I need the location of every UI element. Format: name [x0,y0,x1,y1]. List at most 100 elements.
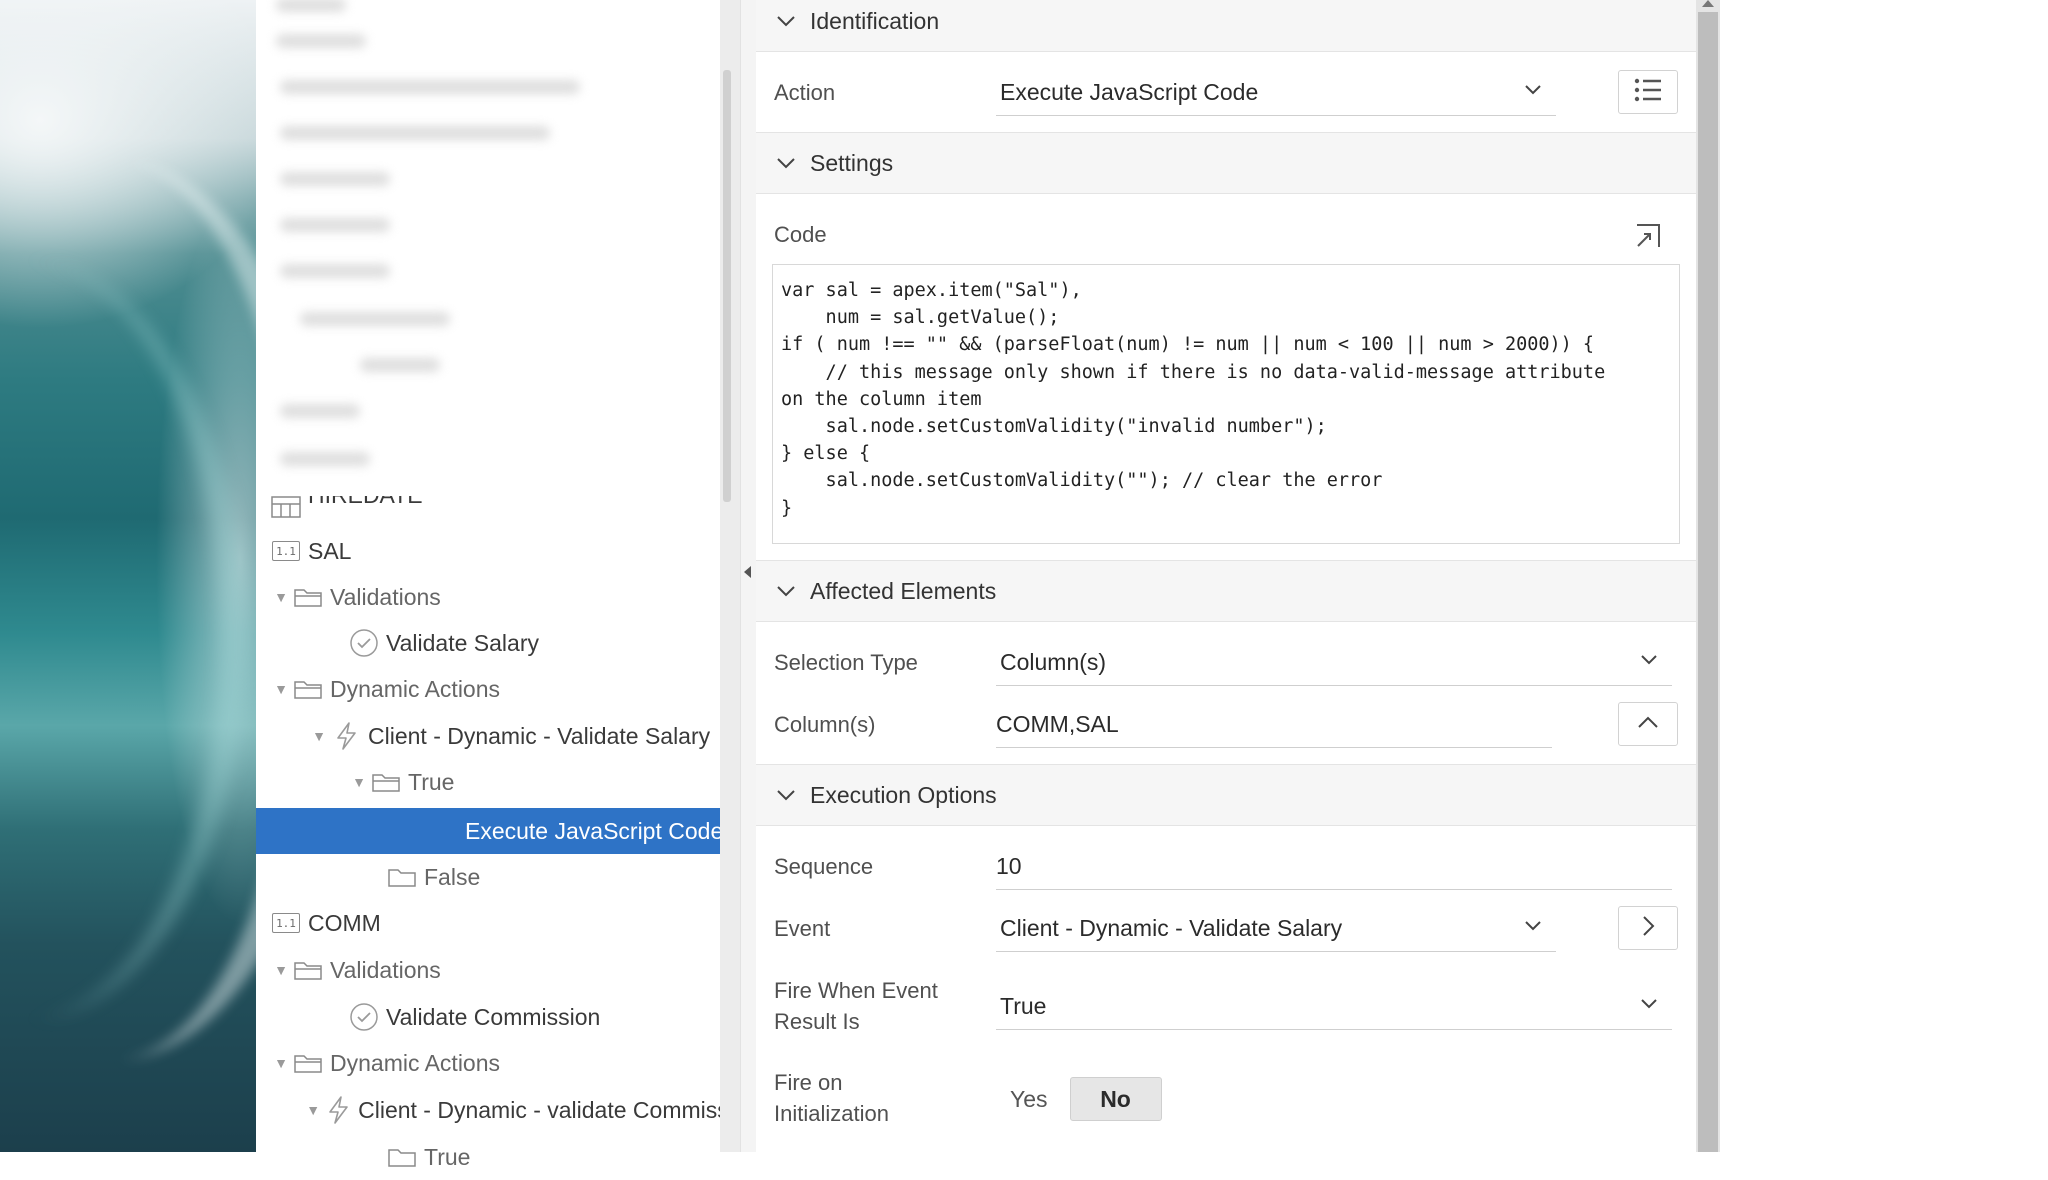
sequence-label: Sequence [774,854,874,879]
tree-item-true-comm[interactable]: True [256,1134,722,1180]
fire-when-label: Fire When Event Result Is [774,978,938,1034]
folder-icon [292,583,324,611]
section-title: Affected Elements [810,577,997,604]
table-column-icon [270,493,302,521]
collapse-triangle-icon[interactable]: ▼ [270,1055,292,1071]
chevron-down-icon [776,789,796,801]
tree-item-client-dynamic-validate-commission[interactable]: ▼ Client - Dynamic - validate Commission [256,1087,722,1133]
event-value: Client - Dynamic - Validate Salary [1000,915,1343,941]
property-editor: Identification Action Execute JavaScript… [756,0,1696,1152]
tree-item-validate-commission[interactable]: Validate Commission [256,994,722,1040]
section-affected-elements[interactable]: Affected Elements [756,560,1696,622]
blurred-tree-row [360,358,440,372]
tree-item-label: Validations [330,956,441,983]
columns-value: COMM,SAL [996,711,1119,737]
tree-item-label: False [424,863,481,890]
tree-item-client-dynamic-validate-salary[interactable]: ▼ Client - Dynamic - Validate Salary [256,713,722,759]
scroll-up-arrow-icon[interactable] [1702,0,1714,7]
tree-item-label: Execute JavaScript Code [464,817,722,844]
tree-item-label: Validate Salary [386,629,539,656]
tree-item-label: SAL [308,537,352,564]
section-title: Execution Options [810,781,997,808]
tree-item-dynamic-actions-comm[interactable]: ▼ Dynamic Actions [256,1040,722,1086]
chevron-right-icon [1641,915,1655,942]
tree-item-label: Dynamic Actions [330,1049,501,1076]
collapse-triangle-icon[interactable]: ▼ [270,962,292,978]
empty-area [1720,0,2048,1152]
collapse-triangle-icon[interactable]: ▼ [270,681,292,697]
blurred-tree-row [280,452,370,466]
collapse-triangle-icon[interactable]: ▼ [348,774,370,790]
chevron-down-icon [1524,920,1542,932]
tree-item-true[interactable]: ▼ True [256,759,722,805]
columns-label: Column(s) [774,712,876,737]
blurred-tree-row [276,0,346,12]
tree-scrollbar-thumb[interactable] [723,70,731,502]
lightning-icon [330,722,362,750]
blurred-tree-row [300,312,450,326]
check-circle-icon [348,1003,380,1031]
fire-on-initialization-toggle[interactable]: Yes No [996,1076,1162,1122]
chevron-down-icon [776,15,796,27]
selection-type-select[interactable]: Column(s) [996,640,1672,686]
fire-on-initialization-label: Fire on Initialization [774,1070,889,1126]
tree-item-comm[interactable]: 1.1 COMM [256,900,722,946]
tree-item-label: Client - Dynamic - Validate Salary [368,722,711,749]
check-circle-icon [348,629,380,657]
tree-item-false[interactable]: False [256,854,722,900]
blurred-tree-row [280,80,580,94]
yes-option[interactable]: Yes [996,1077,1062,1121]
columns-input[interactable]: COMM,SAL [996,702,1552,748]
number-column-icon: 1.1 [270,537,302,565]
blurred-tree-row [280,126,550,140]
section-identification[interactable]: Identification [756,0,1696,52]
tree-item-execute-javascript-code[interactable]: Execute JavaScript Code [256,808,722,854]
section-execution-options[interactable]: Execution Options [756,764,1696,826]
section-title: Identification [810,7,940,34]
action-value: Execute JavaScript Code [1000,79,1259,105]
tree-item-validations[interactable]: ▼ Validations [256,574,722,620]
tree-item-label: Client - Dynamic - validate Commission [358,1096,722,1123]
list-of-values-button[interactable] [1618,70,1678,114]
event-label: Event [774,916,831,941]
tree-item-dynamic-actions[interactable]: ▼ Dynamic Actions [256,666,722,712]
tree-item-label: Validations [330,583,441,610]
action-select[interactable]: Execute JavaScript Code [996,70,1556,116]
selection-type-label: Selection Type [774,650,918,675]
folder-icon [292,675,324,703]
section-title: Settings [810,149,894,176]
blurred-tree-row [280,404,360,418]
code-label: Code [774,222,827,247]
folder-icon [386,863,418,891]
tree-item-sal[interactable]: 1.1 SAL [256,528,722,574]
section-settings[interactable]: Settings [756,132,1696,194]
collapse-triangle-icon[interactable]: ▼ [270,589,292,605]
fire-when-select[interactable]: True [996,984,1672,1030]
collapse-left-arrow-icon[interactable] [744,566,751,578]
lightning-icon [323,1096,352,1124]
tree-item-validate-salary[interactable]: Validate Salary [256,620,722,666]
javascript-code-editor[interactable]: var sal = apex.item("Sal"), num = sal.ge… [772,264,1680,544]
collapse-triangle-icon[interactable]: ▼ [303,1102,323,1118]
list-icon [1633,77,1663,108]
selection-type-value: Column(s) [1000,649,1107,675]
blurred-tree-row [280,218,390,232]
event-select[interactable]: Client - Dynamic - Validate Salary [996,906,1556,952]
sequence-input[interactable]: 10 [996,844,1672,890]
folder-icon [370,768,402,796]
tree-item-validations-comm[interactable]: ▼ Validations [256,947,722,993]
action-label: Action [774,80,836,105]
no-option[interactable]: No [1069,1077,1162,1121]
collapse-columns-button[interactable] [1618,702,1678,746]
tree-item-label: Validate Commission [386,1003,601,1030]
sequence-value: 10 [996,853,1022,879]
collapse-triangle-icon[interactable]: ▼ [308,728,330,744]
properties-scrollbar-thumb[interactable] [1698,12,1718,1152]
folder-icon [386,1143,418,1171]
tree-item-label: Dynamic Actions [330,675,501,702]
blurred-tree-row [276,34,366,48]
expand-code-editor-icon[interactable] [1634,220,1664,250]
folder-icon [292,956,324,984]
background-wave-image [0,0,256,1152]
go-to-event-button[interactable] [1618,906,1678,950]
